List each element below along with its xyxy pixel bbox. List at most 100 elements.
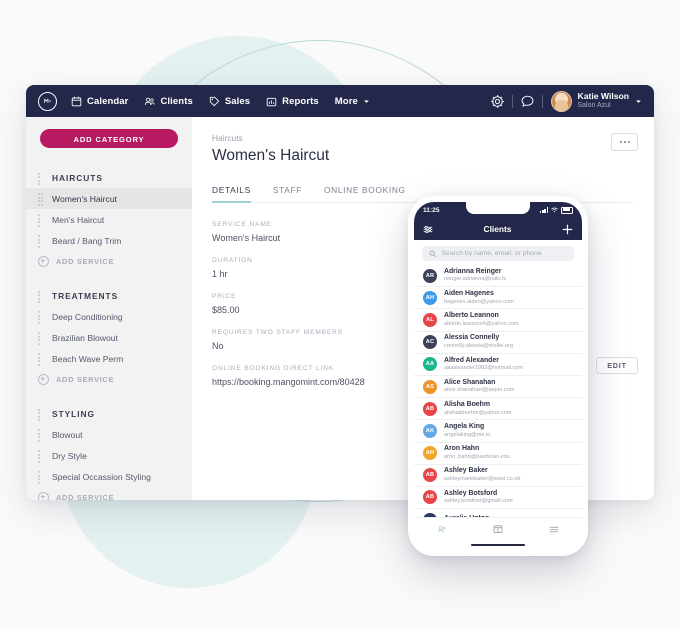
chevron-down-icon xyxy=(635,98,642,105)
tab-calendar-icon[interactable] xyxy=(493,524,503,534)
user-menu[interactable]: Katie Wilson Salon Azul xyxy=(550,90,643,112)
sidebar-service-item[interactable]: Dry Style xyxy=(26,445,192,466)
nav-divider xyxy=(541,94,543,108)
drag-handle-icon[interactable] xyxy=(38,408,44,421)
drag-handle-icon[interactable] xyxy=(38,193,44,206)
add-service-button[interactable]: ADD SERVICE xyxy=(26,251,192,272)
sidebar-service-item[interactable]: Beach Wave Perm xyxy=(26,348,192,369)
client-text: Alfred Alexander aaalexander1982@hotmail.… xyxy=(444,357,523,373)
client-text: Aiden Hagenes hagenes.aiden@yahoo.com xyxy=(444,290,514,306)
client-list-item[interactable]: AC Alessia Connelly connelly.alessia@molli… xyxy=(414,332,582,354)
sidebar-service-label: Men's Haircut xyxy=(52,214,105,225)
nav-label: Clients xyxy=(160,95,193,107)
sidebar-service-item[interactable]: Beard / Bang Trim xyxy=(26,230,192,251)
client-list-item[interactable]: AUAurelia Upton xyxy=(414,509,582,517)
nav-item-clients[interactable]: Clients xyxy=(144,95,193,107)
client-list-item[interactable]: AS Alice Shanahan alice.shanahan@jasper.co… xyxy=(414,376,582,399)
sidebar-category: STYLING Blowout Dry Style Special Occassion… xyxy=(26,404,192,500)
wifi-icon xyxy=(551,207,558,213)
sidebar-service-label: Beard / Bang Trim xyxy=(52,235,122,246)
nav-item-calendar[interactable]: Calendar xyxy=(71,96,128,107)
sidebar-service-item[interactable]: Blowout xyxy=(26,424,192,445)
tab-label: STAFF xyxy=(272,185,302,195)
top-navigation-bar: Calendar Clients Sales Reports More Kati… xyxy=(26,85,654,117)
drag-handle-icon[interactable] xyxy=(38,172,44,185)
add-category-button[interactable]: ADD CATEGORY xyxy=(40,129,178,148)
edit-button[interactable]: EDIT xyxy=(596,357,638,374)
client-list-item[interactable]: AB Ashley Baker ashleymariebaker@eeisl.co.… xyxy=(414,465,582,487)
tab-details[interactable]: DETAILS xyxy=(212,185,251,203)
tab-label: ONLINE BOOKING xyxy=(324,185,406,195)
drag-handle-icon[interactable] xyxy=(38,450,44,463)
kebab-dot xyxy=(619,141,622,143)
phone-status-bar: 11:25 xyxy=(414,202,582,218)
sidebar-service-item[interactable]: Special Occassion Styling xyxy=(26,466,192,487)
client-email: reinger.adrianna@calo.tv xyxy=(444,276,507,283)
client-email: angelaking@me.io xyxy=(444,431,491,438)
sidebar-service-item[interactable]: Brazilian Blowout xyxy=(26,327,192,348)
signal-bars-icon xyxy=(540,207,548,213)
client-list-item[interactable]: AB Alisha Boehm alishakboehm@yahoo.com xyxy=(414,398,582,421)
nav-item-sales[interactable]: Sales xyxy=(209,96,250,107)
add-service-label: ADD SERVICE xyxy=(56,493,115,500)
drag-handle-icon[interactable] xyxy=(38,332,44,345)
sidebar-category-header[interactable]: HAIRCUTS xyxy=(26,168,192,188)
client-list-item[interactable]: AB Ashley Botsford ashley.botsford@gmail.c… xyxy=(414,487,582,510)
tab-label: DETAILS xyxy=(212,185,251,195)
client-search-field[interactable]: Search by name, email, or phone xyxy=(422,246,574,261)
drag-handle-icon[interactable] xyxy=(38,290,44,303)
client-text: Ashley Botsford ashley.botsford@gmail.com xyxy=(444,490,513,506)
page-title: Women's Haircut xyxy=(212,147,330,164)
phone-tab-bar xyxy=(414,517,582,540)
more-options-button[interactable] xyxy=(611,133,638,151)
drag-handle-icon[interactable] xyxy=(38,429,44,442)
client-avatar: AL xyxy=(423,312,437,327)
client-text: Ashley Baker ashleymariebaker@eeisl.co.uk xyxy=(444,467,520,483)
tab-online-booking[interactable]: ONLINE BOOKING xyxy=(324,185,406,202)
sidebar-service-label: Deep Conditioning xyxy=(52,311,123,322)
client-list-item[interactable]: AA Alfred Alexander aaalexander1982@hotmai… xyxy=(414,354,582,376)
nav-item-more[interactable]: More xyxy=(335,96,370,107)
phone-mockup: 11:25 Clients Search by name, email, or … xyxy=(408,196,588,556)
client-avatar: AH xyxy=(423,446,437,461)
tab-staff[interactable]: STAFF xyxy=(273,185,302,202)
client-list-item[interactable]: AH Aron Hahn aron_hahn@bashirian.edu xyxy=(414,443,582,465)
search-icon xyxy=(429,250,437,258)
tab-menu-icon[interactable] xyxy=(549,525,559,534)
add-service-button[interactable]: ADD SERVICE xyxy=(26,369,192,390)
client-list-item[interactable]: AL Alberto Leannon alberto.leannon4@yahoo.… xyxy=(414,309,582,332)
battery-icon xyxy=(561,206,573,214)
sidebar-service-item[interactable]: Deep Conditioning xyxy=(26,306,192,327)
client-text: Alberto Leannon alberto.leannon4@yahoo.co… xyxy=(444,312,519,328)
mangomint-logo-icon[interactable] xyxy=(38,91,57,111)
client-list-item[interactable]: AK Angela King angelaking@me.io xyxy=(414,420,582,443)
client-avatar: AS xyxy=(423,379,437,394)
gear-icon[interactable] xyxy=(490,94,505,109)
home-indicator xyxy=(414,540,582,550)
drag-handle-icon[interactable] xyxy=(38,311,44,324)
breadcrumb[interactable]: Haircuts xyxy=(212,133,634,143)
sidebar-service-item[interactable]: Women's Haircut xyxy=(26,188,192,209)
client-text: Alisha Boehm alishakboehm@yahoo.com xyxy=(444,401,512,417)
client-list-item[interactable]: AH Aiden Hagenes hagenes.aiden@yahoo.com xyxy=(414,287,582,310)
client-list-item[interactable]: AR Adrianna Reinger reinger.adrianna@calo.… xyxy=(414,265,582,288)
chat-bubble-icon[interactable] xyxy=(520,94,535,109)
nav-label: Sales xyxy=(224,95,251,107)
nav-label: More xyxy=(334,95,358,107)
tab-clients-icon[interactable] xyxy=(437,525,447,534)
sidebar-category-header[interactable]: STYLING xyxy=(26,404,192,424)
drag-handle-icon[interactable] xyxy=(38,353,44,366)
nav-item-reports[interactable]: Reports xyxy=(266,96,319,107)
plus-icon[interactable] xyxy=(562,224,573,235)
add-service-button[interactable]: ADD SERVICE xyxy=(26,487,192,500)
filter-sliders-icon[interactable] xyxy=(423,225,433,234)
sidebar-service-item[interactable]: Men's Haircut xyxy=(26,209,192,230)
drag-handle-icon[interactable] xyxy=(38,214,44,227)
sidebar-service-label: Special Occassion Styling xyxy=(52,471,151,482)
sidebar-category-header[interactable]: TREATMENTS xyxy=(26,286,192,306)
sidebar-service-label: Women's Haircut xyxy=(52,193,117,204)
drag-handle-icon[interactable] xyxy=(38,235,44,248)
bar-chart-icon xyxy=(266,96,277,107)
client-list[interactable]: AR Adrianna Reinger reinger.adrianna@calo.… xyxy=(414,265,582,517)
drag-handle-icon[interactable] xyxy=(38,471,44,484)
